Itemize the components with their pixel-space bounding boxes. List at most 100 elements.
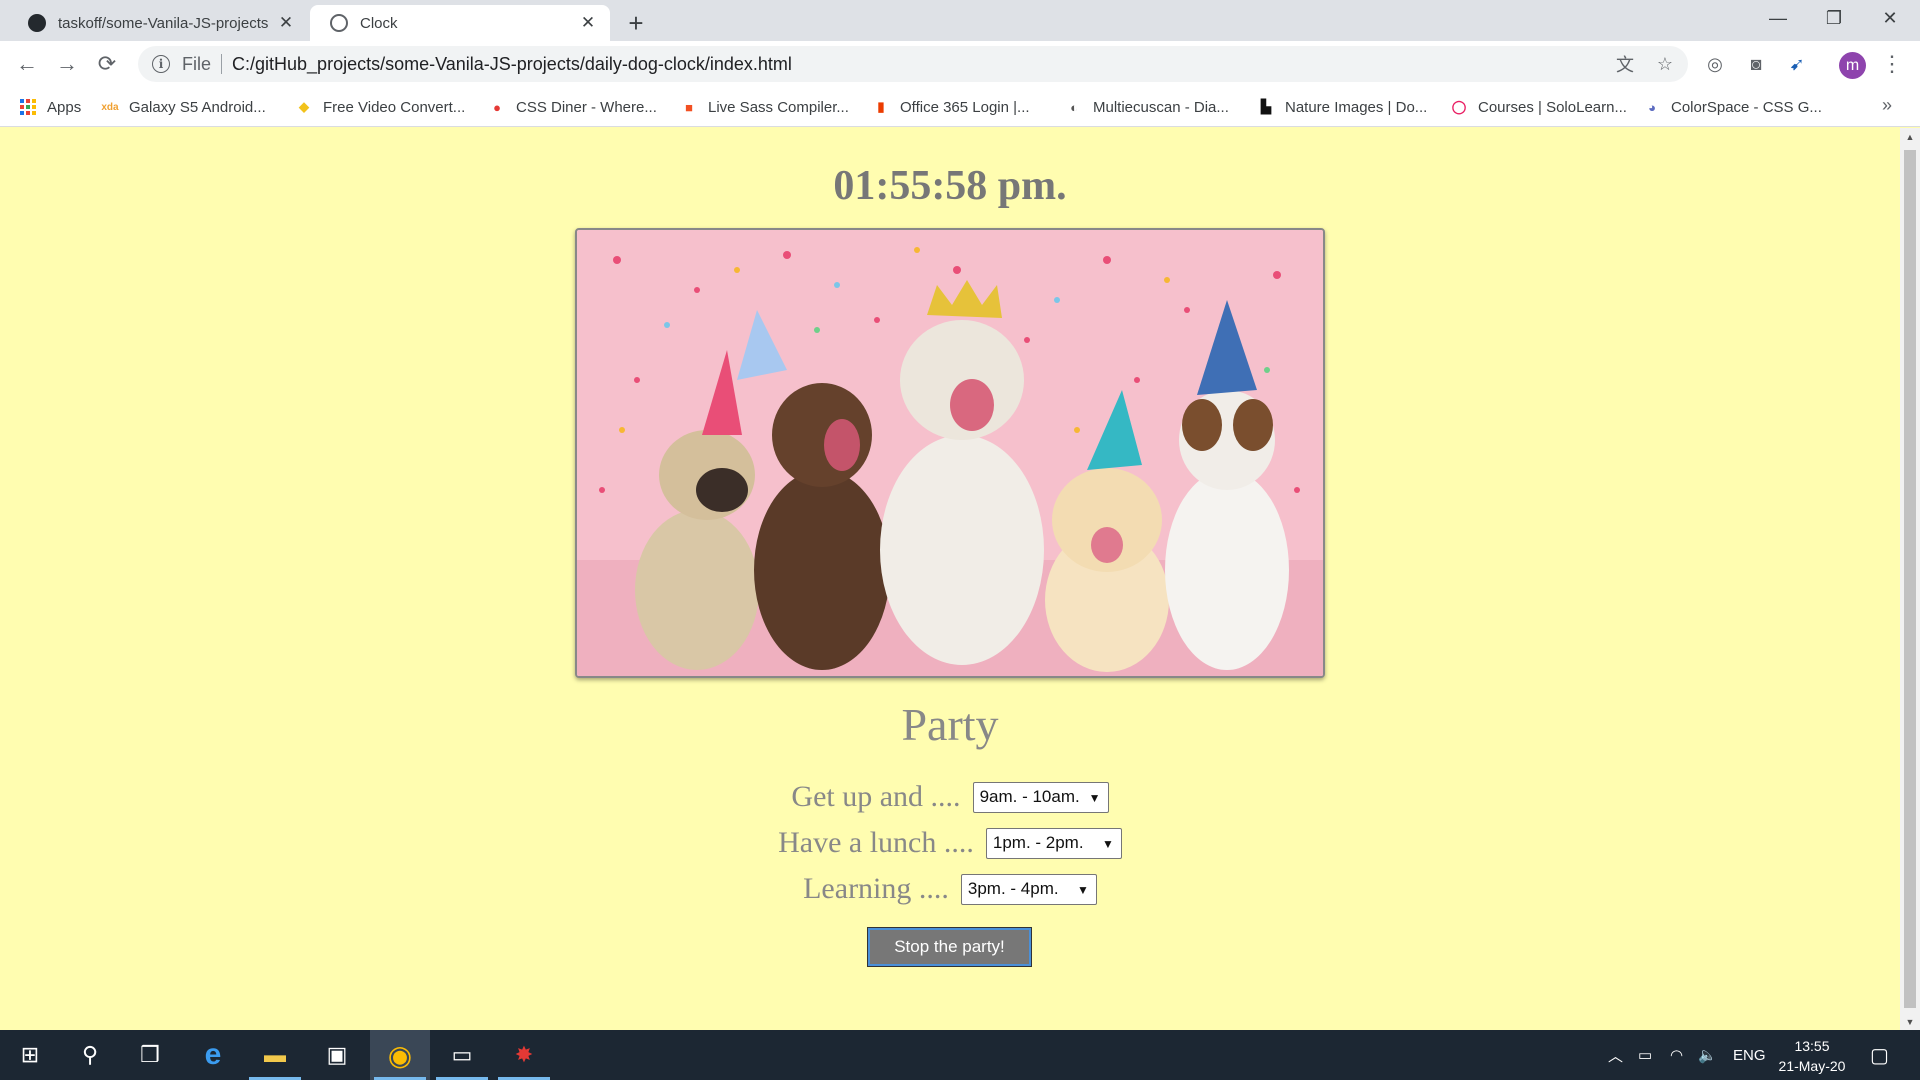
learning-time-select[interactable]: 3pm. - 4pm. ▼: [960, 873, 1097, 905]
chrome-icon[interactable]: ◉: [370, 1030, 430, 1080]
close-window-button[interactable]: ✕: [1862, 0, 1918, 36]
taskbar-date: 21-May-20: [1778, 1058, 1846, 1074]
bookmark-label: Office 365 Login |...: [900, 98, 1030, 116]
bookmark-apps[interactable]: Apps: [19, 95, 81, 119]
party-dogs-illustration: [577, 230, 1323, 676]
bookmark-label: Multiecuscan - Dia...: [1093, 98, 1229, 116]
apps-grid-icon: [19, 98, 37, 116]
bookmark-item[interactable]: ◐ Multiecuscan - Dia...: [1065, 95, 1229, 119]
tab-title: Clock: [360, 14, 398, 32]
app-icon[interactable]: ✸: [494, 1030, 554, 1080]
video-converter-icon: ◆: [299, 99, 309, 114]
bookmark-item[interactable]: ◕ ColorSpace - CSS G...: [1643, 95, 1822, 119]
url-separator: [221, 54, 223, 74]
bookmark-item[interactable]: ● CSS Diner - Where...: [488, 95, 657, 119]
github-icon: [28, 14, 46, 32]
bookmark-item[interactable]: ▮ Office 365 Login |...: [872, 95, 1030, 119]
microsoft-icon: ■: [685, 99, 693, 115]
wifi-icon[interactable]: ◠: [1670, 1030, 1683, 1080]
notifications-icon[interactable]: ▢: [1870, 1030, 1889, 1080]
bookmark-label: Free Video Convert...: [323, 98, 466, 116]
tab-clock[interactable]: Clock ✕: [310, 5, 610, 41]
bookmark-item[interactable]: xda Galaxy S5 Android...: [101, 95, 266, 119]
globe-icon: ◐: [1070, 99, 1078, 115]
bookmarks-overflow-icon[interactable]: »: [1882, 95, 1892, 116]
select-value: 3pm. - 4pm.: [967, 879, 1059, 898]
back-button[interactable]: ←: [12, 49, 42, 79]
globe-icon: [330, 14, 348, 32]
maximize-button[interactable]: ❐: [1806, 0, 1862, 36]
language-indicator[interactable]: ENG: [1733, 1030, 1766, 1080]
camera-icon[interactable]: ◙: [1741, 49, 1771, 79]
office-icon: ▮: [877, 99, 885, 114]
address-bar[interactable]: i File C:/gitHub_projects/some-Vanila-JS…: [138, 46, 1688, 82]
url-scheme: File: [182, 53, 212, 74]
bookmark-item[interactable]: ◆ Free Video Convert...: [295, 95, 465, 119]
info-icon[interactable]: i: [152, 55, 170, 73]
wakeup-time-select[interactable]: 9am. - 10am. ▼: [972, 781, 1109, 813]
store-icon[interactable]: ▣: [307, 1030, 367, 1080]
terminal-icon[interactable]: ▭: [432, 1030, 492, 1080]
bookmark-star-icon[interactable]: ☆: [1650, 46, 1680, 82]
search-icon[interactable]: ⚲: [60, 1030, 120, 1080]
bookmark-item[interactable]: ◯ Courses | SoloLearn...: [1450, 95, 1627, 119]
bookmark-label: Courses | SoloLearn...: [1478, 98, 1627, 116]
volume-icon[interactable]: 🔈: [1698, 1030, 1717, 1080]
activity-title: Party: [901, 699, 999, 750]
scroll-up-icon[interactable]: ▲: [1900, 128, 1920, 145]
close-tab-icon[interactable]: ✕: [578, 13, 598, 33]
bookmarks-bar: Apps xda Galaxy S5 Android... ◆ Free Vid…: [0, 87, 1920, 127]
taskbar-time: 13:55: [1794, 1038, 1830, 1054]
new-tab-button[interactable]: +: [622, 8, 650, 38]
select-value: 9am. - 10am.: [979, 787, 1080, 806]
lunch-time-select[interactable]: 1pm. - 2pm. ▼: [985, 827, 1122, 859]
chevron-down-icon: ▼: [1088, 790, 1101, 805]
forward-button[interactable]: →: [52, 49, 82, 79]
extension-icon[interactable]: ◎: [1700, 49, 1730, 79]
battery-icon[interactable]: ▭: [1638, 1030, 1652, 1080]
scroll-thumb[interactable]: [1904, 150, 1916, 1008]
schedule-row-lunch: Have a lunch .... 1pm. - 2pm. ▼: [0, 826, 1900, 860]
edge-icon[interactable]: e: [183, 1030, 243, 1080]
page-scrollbar[interactable]: ▲ ▼: [1900, 128, 1920, 1030]
reload-button[interactable]: ⟳: [92, 49, 122, 79]
taskbar-clock[interactable]: 13:55 21-May-20: [1770, 1036, 1854, 1076]
windows-start-icon[interactable]: ⊞: [0, 1030, 60, 1080]
schedule-row-wakeup: Get up and .... 9am. - 10am. ▼: [0, 780, 1900, 814]
clock-display: 01:55:58 pm.: [833, 163, 1067, 209]
windows-taskbar: ⊞ ⚲ ❒ e ▬ ▣ ◉ ▭ ✸ ︿ ▭ ◠ 🔈 ENG 13:55 21-M…: [0, 1030, 1920, 1080]
profile-avatar[interactable]: m: [1839, 52, 1866, 79]
colorspace-icon: ◕: [1648, 99, 1656, 115]
task-view-icon[interactable]: ❒: [120, 1030, 180, 1080]
page-viewport: 01:55:58 pm. Party Get up and .... 9am. …: [0, 128, 1900, 1030]
bookmark-label: CSS Diner - Where...: [516, 98, 657, 116]
tray-overflow-icon[interactable]: ︿: [1608, 1030, 1623, 1080]
chevron-down-icon: ▼: [1077, 882, 1089, 897]
file-explorer-icon[interactable]: ▬: [245, 1030, 305, 1080]
url-text[interactable]: C:/gitHub_projects/some-Vanila-JS-projec…: [232, 54, 792, 75]
sololearn-icon: ◯: [1451, 99, 1467, 114]
bookmark-item[interactable]: ▙ Nature Images | Do...: [1257, 95, 1427, 119]
tab-strip: taskoff/some-Vanila-JS-projects ✕ Clock …: [0, 0, 1920, 41]
bookmark-item[interactable]: ■ Live Sass Compiler...: [680, 95, 849, 119]
browser-toolbar: ← → ⟳ i File C:/gitHub_projects/some-Van…: [0, 41, 1920, 87]
lunch-label: Have a lunch ....: [778, 826, 974, 859]
party-dogs-image: [575, 228, 1325, 678]
wakeup-label: Get up and ....: [791, 780, 961, 813]
translate-icon[interactable]: 文: [1610, 46, 1640, 82]
close-tab-icon[interactable]: ✕: [276, 13, 296, 33]
extension-arrow-icon[interactable]: ➹: [1782, 49, 1812, 79]
minimize-button[interactable]: —: [1750, 0, 1806, 36]
menu-icon[interactable]: ⋮: [1877, 49, 1907, 79]
bookmark-label: Live Sass Compiler...: [708, 98, 849, 116]
chevron-down-icon: ▼: [1101, 836, 1114, 851]
xda-icon: xda: [101, 101, 119, 113]
bookmark-label: Nature Images | Do...: [1285, 98, 1428, 116]
scroll-down-icon[interactable]: ▼: [1900, 1013, 1920, 1030]
bookmark-label: ColorSpace - CSS G...: [1671, 98, 1822, 116]
tab-github[interactable]: taskoff/some-Vanila-JS-projects ✕: [8, 5, 308, 41]
stop-party-button[interactable]: Stop the party!: [867, 927, 1032, 967]
tab-title: taskoff/some-Vanila-JS-projects: [58, 14, 269, 32]
nature-images-icon: ▙: [1261, 99, 1271, 114]
bookmark-label: Galaxy S5 Android...: [129, 98, 266, 116]
